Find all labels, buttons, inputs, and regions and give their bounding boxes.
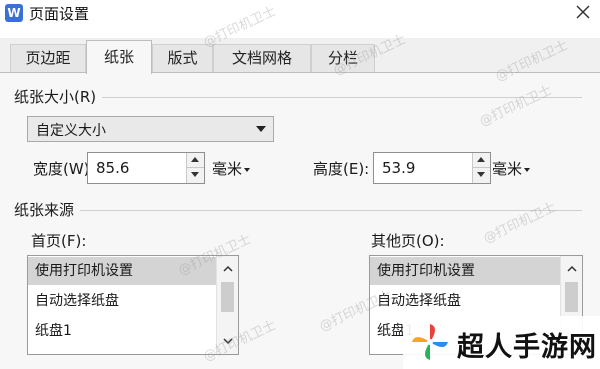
height-decrement-icon[interactable] <box>473 168 490 183</box>
scroll-up-icon[interactable] <box>566 264 578 274</box>
list-item[interactable]: 自动选择纸盘 <box>370 287 560 315</box>
list-item[interactable]: 自动选择纸盘 <box>28 287 216 315</box>
height-unit-dropdown[interactable]: 毫米 <box>492 158 531 179</box>
height-increment-icon[interactable] <box>473 153 490 168</box>
paper-size-heading: 纸张大小(R) <box>14 86 103 107</box>
caret-down-icon <box>524 167 531 172</box>
tab-layout[interactable]: 版式 <box>152 44 213 73</box>
pinwheel-logo-icon <box>412 324 448 360</box>
scroll-thumb[interactable] <box>221 282 234 312</box>
site-brand-badge: 超人手游网 <box>403 316 600 369</box>
height-label: 高度(E): <box>313 160 370 178</box>
scroll-up-icon[interactable] <box>222 264 234 274</box>
close-icon[interactable] <box>572 1 594 23</box>
tab-document-grid[interactable]: 文档网格 <box>213 44 311 73</box>
width-value[interactable]: 85.6 <box>96 159 129 177</box>
width-label: 宽度(W): <box>33 160 95 178</box>
brand-name: 超人手游网 <box>457 332 597 363</box>
width-increment-icon[interactable] <box>187 153 204 168</box>
width-unit: 毫米 <box>212 160 243 178</box>
first-page-source-list[interactable]: 使用打印机设置 自动选择纸盘 纸盘1 <box>27 255 239 355</box>
window-title: 页面设置 <box>29 5 90 23</box>
title-bar: W 页面设置 <box>0 0 600 38</box>
paper-size-selected: 自定义大小 <box>36 123 106 139</box>
paper-size-select[interactable]: 自定义大小 <box>27 116 274 142</box>
width-unit-dropdown[interactable]: 毫米 <box>212 158 251 179</box>
height-spin-buttons <box>472 153 490 183</box>
chevron-down-icon <box>256 126 266 132</box>
list-item[interactable]: 使用打印机设置 <box>370 257 560 285</box>
scroll-thumb[interactable] <box>565 282 578 312</box>
paper-source-divider <box>14 210 582 211</box>
width-spin-buttons <box>186 153 204 183</box>
paper-source-heading: 纸张来源 <box>14 199 81 220</box>
height-stepper[interactable]: 53.9 <box>373 152 491 184</box>
height-unit: 毫米 <box>492 160 523 178</box>
width-decrement-icon[interactable] <box>187 168 204 183</box>
other-pages-label: 其他页(O): <box>371 232 445 250</box>
first-page-label: 首页(F): <box>31 232 87 250</box>
tab-paper[interactable]: 纸张 <box>86 40 152 74</box>
wps-app-icon: W <box>5 4 23 22</box>
tab-margins[interactable]: 页边距 <box>10 44 86 73</box>
list-item[interactable]: 纸盘1 <box>28 317 216 345</box>
width-stepper[interactable]: 85.6 <box>87 152 205 184</box>
caret-down-icon <box>244 167 251 172</box>
height-value[interactable]: 53.9 <box>382 159 415 177</box>
